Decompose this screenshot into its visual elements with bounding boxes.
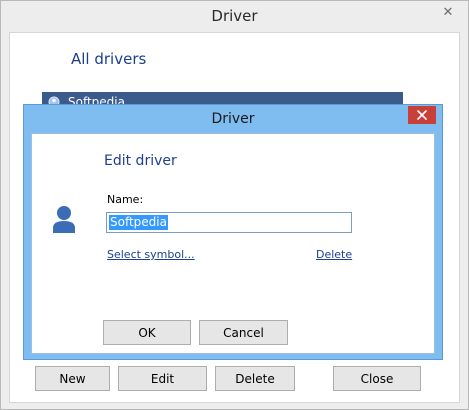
ok-button[interactable]: OK	[103, 320, 191, 345]
name-input-value: Softpedia	[109, 215, 168, 230]
dialog-client-area: Edit driver Name: Softpedia Select symbo…	[31, 133, 435, 354]
name-input[interactable]: Softpedia	[106, 212, 352, 233]
close-icon: ✕	[442, 4, 454, 20]
dialog-title: Driver	[211, 111, 255, 127]
window-title: Driver	[211, 7, 258, 25]
close-button[interactable]: Close	[333, 366, 421, 391]
delete-button[interactable]: Delete	[215, 366, 295, 391]
new-button[interactable]: New	[35, 366, 110, 391]
window-close-button[interactable]: ✕	[434, 2, 462, 22]
edit-button[interactable]: Edit	[118, 366, 207, 391]
dialog-close-button[interactable]	[408, 106, 436, 124]
select-symbol-link[interactable]: Select symbol...	[107, 248, 195, 261]
cancel-button[interactable]: Cancel	[199, 320, 288, 345]
edit-driver-heading: Edit driver	[104, 153, 177, 169]
edit-driver-dialog: Driver Edit driver Name: Softpedia Selec…	[23, 104, 443, 360]
close-icon	[417, 110, 427, 120]
all-drivers-heading: All drivers	[71, 50, 147, 68]
delete-link[interactable]: Delete	[316, 248, 352, 261]
name-label: Name:	[107, 193, 144, 206]
person-icon	[53, 206, 75, 233]
